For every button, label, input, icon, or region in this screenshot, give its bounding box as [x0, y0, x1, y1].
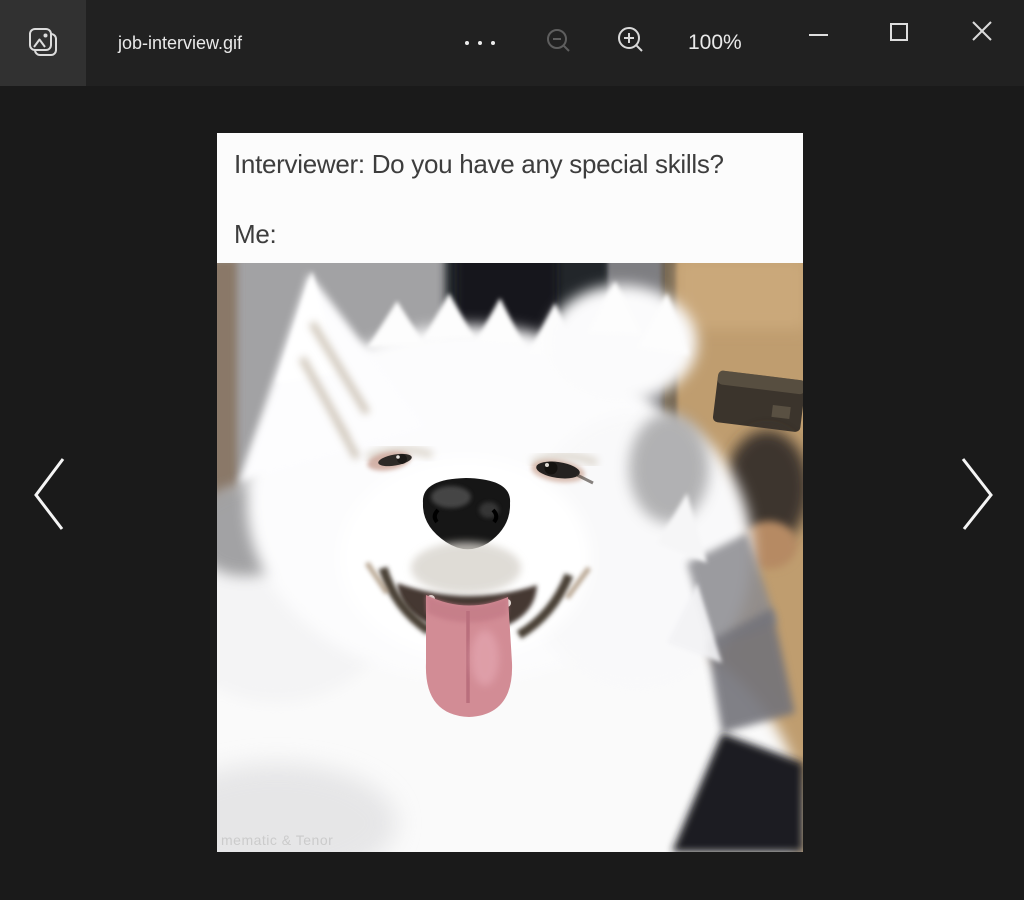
photos-app-window: job-interview.gif	[0, 0, 1024, 900]
minimize-button[interactable]	[796, 10, 840, 54]
meme-caption: Interviewer: Do you have any special ski…	[217, 133, 803, 263]
magnifier-plus-icon	[616, 26, 648, 61]
titlebar: job-interview.gif	[0, 0, 1024, 86]
chevron-right-icon	[960, 520, 996, 535]
filename: job-interview.gif	[118, 0, 242, 86]
caption-line-2: Me:	[234, 219, 276, 250]
caption-line-1: Interviewer: Do you have any special ski…	[234, 149, 724, 180]
drawer-handle	[712, 370, 803, 432]
app-tile-button[interactable]	[0, 0, 86, 86]
previous-image-button[interactable]	[30, 456, 66, 535]
close-button[interactable]	[960, 10, 1004, 54]
chevron-left-icon	[30, 520, 66, 535]
zoom-in-button[interactable]	[604, 0, 660, 86]
next-image-button[interactable]	[960, 456, 996, 535]
ellipsis-icon	[465, 41, 469, 45]
minimize-icon	[809, 34, 828, 36]
dog-photo: mematic & Tenor	[217, 263, 803, 852]
watermark: mematic & Tenor	[221, 832, 333, 848]
zoom-level: 100%	[688, 0, 742, 86]
viewer-canvas: Interviewer: Do you have any special ski…	[0, 86, 1024, 900]
dog-tongue	[426, 595, 512, 717]
magnifier-minus-icon	[545, 27, 575, 60]
meme-image: Interviewer: Do you have any special ski…	[217, 133, 803, 852]
photos-app-icon	[25, 24, 61, 63]
zoom-out-button[interactable]	[534, 0, 586, 86]
close-icon	[971, 20, 993, 45]
maximize-icon	[890, 23, 908, 41]
see-more-button[interactable]	[448, 0, 512, 86]
maximize-button[interactable]	[877, 10, 921, 54]
